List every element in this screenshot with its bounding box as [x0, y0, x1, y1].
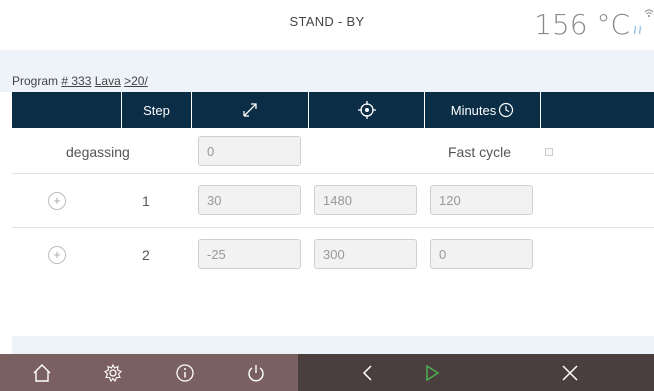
- temperature-rate-icon: [243, 103, 257, 117]
- close-icon[interactable]: [559, 362, 581, 384]
- step-number: 1: [142, 193, 150, 209]
- target-temperature-icon: [357, 101, 376, 119]
- breadcrumb-material[interactable]: Lava: [95, 74, 121, 88]
- degassing-label: degassing: [66, 144, 130, 160]
- wifi-icon: [644, 9, 654, 17]
- back-icon[interactable]: [357, 362, 379, 384]
- settings-icon[interactable]: [102, 362, 124, 384]
- degassing-row: degassing 0 Fast cycle: [12, 128, 654, 174]
- temperature-input[interactable]: 1480: [314, 185, 417, 215]
- breadcrumb-program[interactable]: # 333: [61, 74, 91, 88]
- temperature-input[interactable]: 300: [314, 239, 417, 269]
- minutes-input[interactable]: 120: [430, 185, 533, 215]
- home-icon[interactable]: [31, 362, 53, 384]
- fast-cycle-label: Fast cycle: [448, 144, 512, 160]
- bottom-band: [12, 336, 654, 354]
- rate-input[interactable]: -25: [198, 239, 301, 269]
- table-row: + 1 30 1480 120: [12, 174, 654, 228]
- minutes-input[interactable]: 0: [430, 239, 533, 269]
- play-icon[interactable]: [421, 362, 443, 384]
- clock-icon: [499, 102, 514, 118]
- table-header: Step Minutes: [12, 92, 654, 128]
- temperature-readout: 156 °C: [534, 8, 630, 41]
- footer-left: [0, 354, 298, 391]
- power-icon[interactable]: [245, 362, 267, 384]
- expand-step-icon[interactable]: +: [48, 192, 66, 210]
- expand-step-icon[interactable]: +: [48, 246, 66, 264]
- top-bar: STAND - BY 156 °C: [0, 0, 654, 50]
- steam-icon: [633, 25, 642, 35]
- column-empty: [12, 92, 122, 128]
- degassing-input[interactable]: 0: [198, 136, 301, 166]
- info-icon[interactable]: [174, 362, 196, 384]
- column-step-label: Step: [143, 102, 170, 118]
- footer-toolbar: [0, 354, 654, 391]
- breadcrumb: Program # 333 Lava >20/: [12, 74, 148, 88]
- breadcrumb-prefix: Program: [12, 74, 62, 88]
- table-row: + 2 -25 300 0: [12, 228, 654, 282]
- footer-right: [298, 354, 654, 391]
- step-number: 2: [142, 247, 150, 263]
- column-rate: [192, 92, 309, 128]
- column-step: Step: [122, 92, 192, 128]
- column-extra: [541, 92, 654, 128]
- breadcrumb-next[interactable]: >20/: [124, 74, 148, 88]
- rate-input[interactable]: 30: [198, 185, 301, 215]
- column-target: [309, 92, 425, 128]
- column-minutes-label: Minutes: [450, 102, 497, 118]
- column-minutes: Minutes: [425, 92, 541, 128]
- fast-cycle-checkbox[interactable]: [545, 148, 553, 156]
